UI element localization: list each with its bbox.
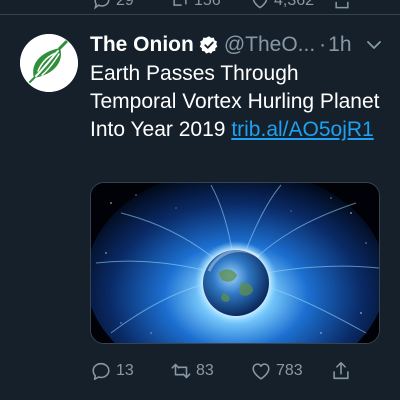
prev-reply-action[interactable]: 29 <box>92 0 134 10</box>
onion-logo-icon <box>20 34 78 92</box>
tweet-link[interactable]: trib.al/AO5ojR1 <box>231 118 373 141</box>
retweet-icon <box>171 363 191 379</box>
avatar[interactable] <box>20 34 78 92</box>
share-icon <box>333 361 349 380</box>
retweet-icon <box>173 0 187 6</box>
author-name[interactable]: The Onion <box>90 33 194 57</box>
share-icon <box>335 1 349 9</box>
like-button[interactable]: 783 <box>250 358 303 384</box>
prev-share-action[interactable] <box>332 0 352 10</box>
tweet-media[interactable] <box>90 182 380 344</box>
tweet-time[interactable]: 1h <box>328 33 351 57</box>
heart-icon <box>252 0 268 9</box>
retweet-button[interactable]: 83 <box>170 358 214 384</box>
earth-vortex-image <box>91 183 379 343</box>
prev-retweet-count: 156 <box>194 0 221 9</box>
heart-icon <box>252 363 270 380</box>
prev-like-count: 4,362 <box>274 0 315 9</box>
like-count: 783 <box>276 362 303 379</box>
retweet-count: 83 <box>196 362 214 379</box>
tweet-divider <box>0 14 400 15</box>
verified-badge-icon <box>199 36 218 54</box>
reply-count: 13 <box>116 362 134 379</box>
reply-button[interactable]: 13 <box>90 358 134 384</box>
tweet-text: Earth Passes Through Temporal Vortex Hur… <box>90 60 390 144</box>
reply-icon <box>94 0 110 10</box>
previous-tweet-action-bar: 29 156 4,362 <box>0 0 400 10</box>
author-handle[interactable]: @TheO... <box>224 33 315 57</box>
tweet-action-bar: 13 83 783 <box>90 358 390 384</box>
prev-reply-count: 29 <box>116 0 134 9</box>
chevron-down-icon[interactable] <box>366 37 382 53</box>
tweet-header: The Onion @TheO... · 1h <box>90 30 386 60</box>
reply-icon <box>92 362 110 381</box>
share-button[interactable] <box>330 358 356 384</box>
prev-retweet-action[interactable]: 156 <box>170 0 221 10</box>
separator-dot: · <box>319 33 327 56</box>
prev-like-action[interactable]: 4,362 <box>250 0 314 10</box>
